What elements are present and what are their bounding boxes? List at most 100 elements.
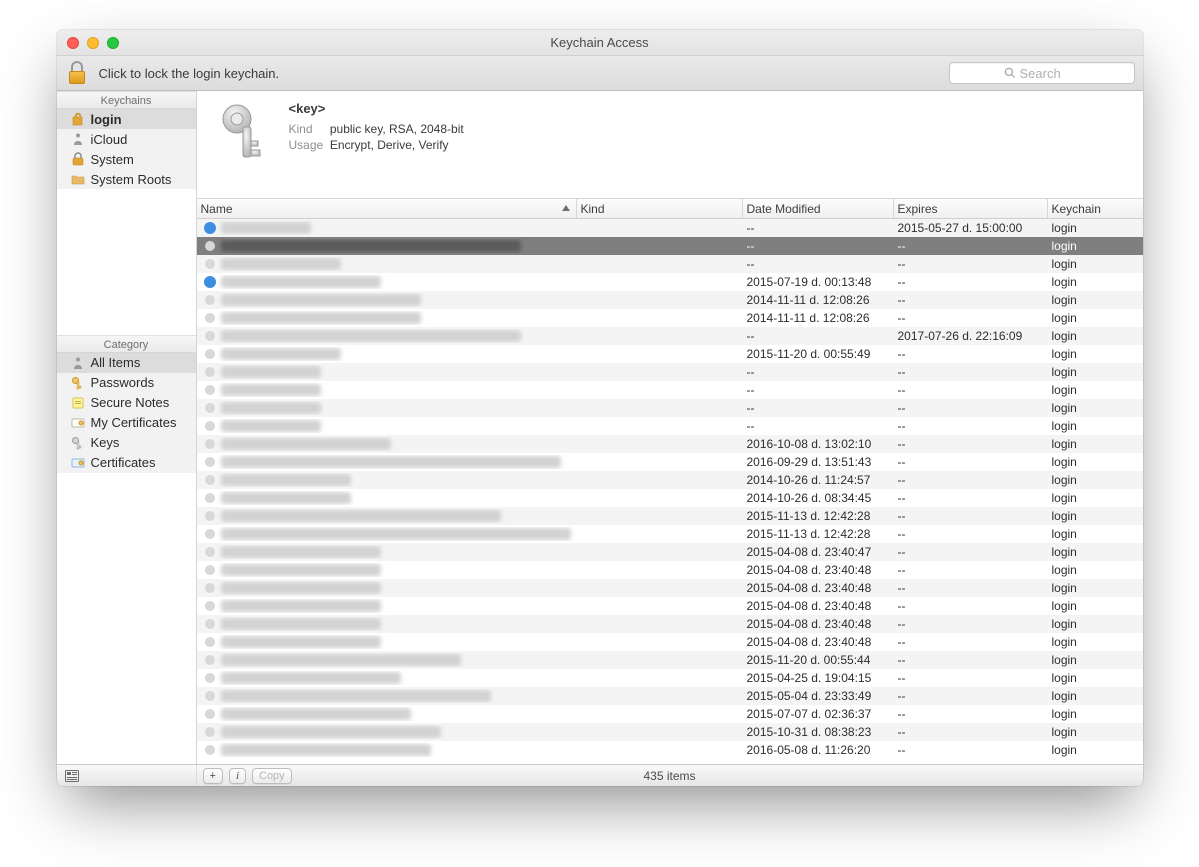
sort-ascending-icon — [562, 205, 570, 211]
category-item-label: Certificates — [91, 455, 156, 470]
table-row[interactable]: 2015-07-19 d. 00:13:48--login — [197, 273, 1143, 291]
redacted-name — [221, 528, 571, 540]
keychain-item-system[interactable]: System — [57, 149, 196, 169]
table-rows[interactable]: --2015-05-27 d. 15:00:00login----login--… — [197, 219, 1143, 764]
copy-button[interactable]: Copy — [252, 768, 292, 784]
cell-expires: -- — [894, 707, 1048, 721]
table-row[interactable]: 2015-04-25 d. 19:04:15--login — [197, 669, 1143, 687]
redacted-name — [221, 546, 381, 558]
window-title: Keychain Access — [57, 35, 1143, 50]
redacted-name — [221, 312, 421, 324]
add-item-button[interactable]: + — [203, 768, 223, 784]
table-row[interactable]: 2014-11-11 d. 12:08:26--login — [197, 291, 1143, 309]
category-item-secure-notes[interactable]: Secure Notes — [57, 393, 196, 413]
statusbar-left — [57, 765, 197, 786]
category-item-certificates[interactable]: Certificates — [57, 453, 196, 473]
table-row[interactable]: 2015-04-08 d. 23:40:48--login — [197, 561, 1143, 579]
cell-date-modified: 2014-11-11 d. 12:08:26 — [743, 311, 894, 325]
preview-toggle-icon[interactable] — [65, 770, 79, 782]
keychain-item-label: login — [91, 112, 122, 127]
table-row[interactable]: 2015-04-08 d. 23:40:48--login — [197, 579, 1143, 597]
redacted-name — [221, 330, 521, 342]
item-count: 435 items — [197, 769, 1143, 783]
sidebar-spacer-top — [57, 189, 196, 335]
cell-date-modified: 2014-11-11 d. 12:08:26 — [743, 293, 894, 307]
table-row[interactable]: 2016-10-08 d. 13:02:10--login — [197, 435, 1143, 453]
cell-keychain: login — [1048, 545, 1143, 559]
keychain-item-system-roots[interactable]: System Roots — [57, 169, 196, 189]
cell-date-modified: 2015-04-08 d. 23:40:48 — [743, 563, 894, 577]
category-item-all-items[interactable]: All Items — [57, 353, 196, 373]
redacted-name — [221, 636, 381, 648]
main-panel: <key> Kind public key, RSA, 2048-bit Usa… — [197, 91, 1143, 764]
table-row[interactable]: ----login — [197, 381, 1143, 399]
row-item-icon — [203, 563, 217, 577]
row-item-icon — [203, 221, 217, 235]
table-row[interactable]: 2015-05-04 d. 23:33:49--login — [197, 687, 1143, 705]
category-item-passwords[interactable]: Passwords — [57, 373, 196, 393]
table-row[interactable]: ----login — [197, 255, 1143, 273]
info-button[interactable]: i — [229, 768, 246, 784]
key-gold-icon — [71, 376, 85, 390]
table-row[interactable]: 2014-11-11 d. 12:08:26--login — [197, 309, 1143, 327]
table-row[interactable]: 2015-04-08 d. 23:40:48--login — [197, 633, 1143, 651]
cell-date-modified: 2015-11-13 d. 12:42:28 — [743, 509, 894, 523]
category-item-my-certificates[interactable]: My Certificates — [57, 413, 196, 433]
search-input[interactable] — [1020, 66, 1080, 81]
col-name[interactable]: Name — [197, 199, 577, 218]
table-row[interactable]: ----login — [197, 399, 1143, 417]
cell-date-modified: -- — [743, 419, 894, 433]
table-row[interactable]: 2015-04-08 d. 23:40:48--login — [197, 615, 1143, 633]
toolbar: Click to lock the login keychain. — [57, 56, 1143, 91]
cell-date-modified: 2015-04-08 d. 23:40:48 — [743, 581, 894, 595]
category-item-keys[interactable]: Keys — [57, 433, 196, 453]
table-row[interactable]: ----login — [197, 363, 1143, 381]
table-row[interactable]: 2014-10-26 d. 08:34:45--login — [197, 489, 1143, 507]
table-row[interactable]: ----login — [197, 417, 1143, 435]
table-row[interactable]: 2015-11-13 d. 12:42:28--login — [197, 525, 1143, 543]
table-row[interactable]: 2015-10-31 d. 08:38:23--login — [197, 723, 1143, 741]
search-field[interactable] — [949, 62, 1135, 84]
keychain-item-icloud[interactable]: iCloud — [57, 129, 196, 149]
table-row[interactable]: --2015-05-27 d. 15:00:00login — [197, 219, 1143, 237]
category-item-label: My Certificates — [91, 415, 177, 430]
keychain-access-window: Keychain Access Click to lock the login … — [57, 30, 1143, 786]
key-icon — [215, 101, 271, 163]
cell-date-modified: 2015-04-08 d. 23:40:48 — [743, 599, 894, 613]
cell-keychain: login — [1048, 491, 1143, 505]
row-item-icon — [203, 491, 217, 505]
cell-expires: -- — [894, 257, 1048, 271]
table-row[interactable]: 2015-11-13 d. 12:42:28--login — [197, 507, 1143, 525]
row-item-icon — [203, 437, 217, 451]
cell-date-modified: 2015-07-07 d. 02:36:37 — [743, 707, 894, 721]
note-icon — [71, 396, 85, 410]
table-row[interactable]: 2015-07-07 d. 02:36:37--login — [197, 705, 1143, 723]
col-kind[interactable]: Kind — [577, 199, 743, 218]
cell-keychain: login — [1048, 401, 1143, 415]
cell-date-modified: -- — [743, 257, 894, 271]
table-row[interactable]: 2016-05-08 d. 11:26:20--login — [197, 741, 1143, 759]
cell-keychain: login — [1048, 563, 1143, 577]
cell-keychain: login — [1048, 293, 1143, 307]
table-row[interactable]: 2014-10-26 d. 11:24:57--login — [197, 471, 1143, 489]
table-row[interactable]: --2017-07-26 d. 22:16:09login — [197, 327, 1143, 345]
categories-list: All ItemsPasswordsSecure Notes My Certifi… — [57, 353, 196, 473]
col-date-modified[interactable]: Date Modified — [743, 199, 894, 218]
table-row[interactable]: 2016-09-29 d. 13:51:43--login — [197, 453, 1143, 471]
table-row[interactable]: 2015-11-20 d. 00:55:44--login — [197, 651, 1143, 669]
cell-expires: -- — [894, 563, 1048, 577]
table-row[interactable]: 2015-04-08 d. 23:40:47--login — [197, 543, 1143, 561]
sidebar-keychains-header: Keychains — [57, 91, 196, 109]
keychain-item-login[interactable]: login — [57, 109, 196, 129]
row-item-icon — [203, 419, 217, 433]
lock-keychain-button[interactable] — [65, 61, 89, 85]
col-expires[interactable]: Expires — [894, 199, 1048, 218]
table-row[interactable]: 2015-04-08 d. 23:40:48--login — [197, 597, 1143, 615]
table-row[interactable]: ----login — [197, 237, 1143, 255]
cell-keychain: login — [1048, 257, 1143, 271]
redacted-name — [221, 366, 321, 378]
cell-keychain: login — [1048, 527, 1143, 541]
col-keychain[interactable]: Keychain — [1048, 199, 1143, 218]
table-row[interactable]: 2015-11-20 d. 00:55:49--login — [197, 345, 1143, 363]
row-item-icon — [203, 671, 217, 685]
